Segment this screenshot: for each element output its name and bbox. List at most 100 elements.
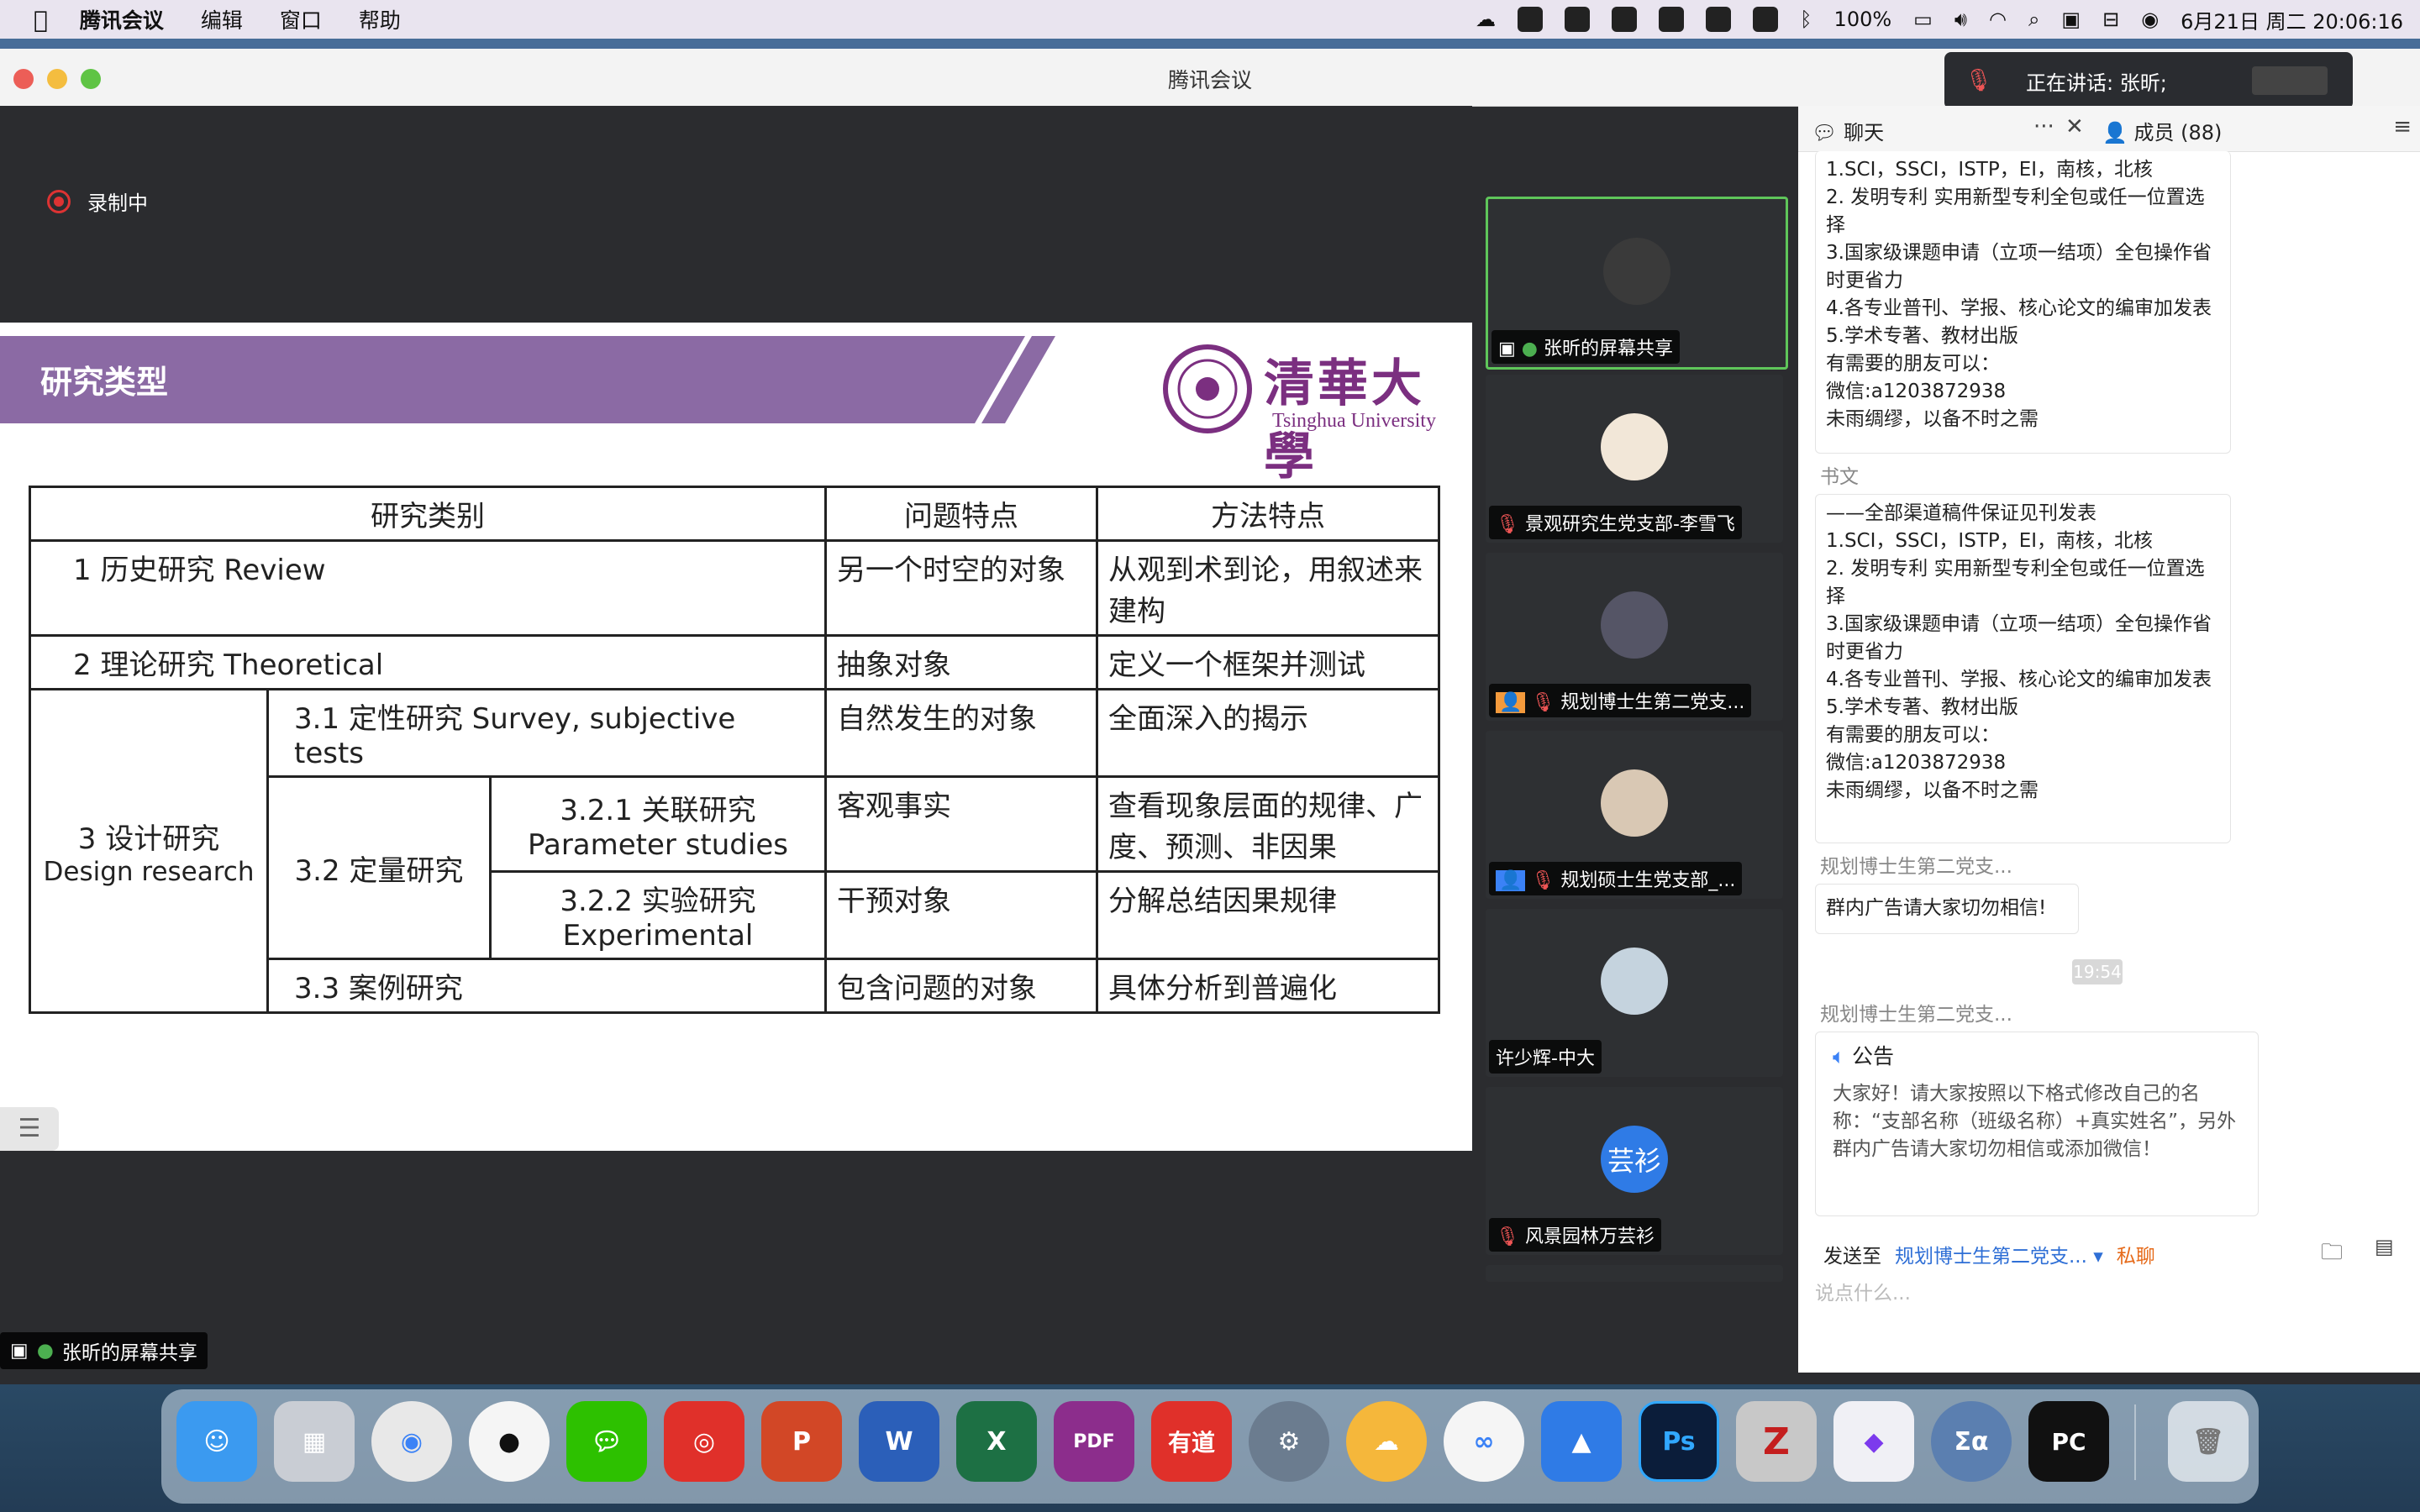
netease-music-icon[interactable]: ◎	[664, 1401, 744, 1482]
zotero-icon[interactable]: Z	[1736, 1401, 1817, 1482]
table-cell: 包含问题的对象	[824, 958, 1098, 1014]
app-status-icon[interactable]	[1612, 7, 1638, 32]
record-icon	[47, 189, 71, 213]
control-center-icon[interactable]: ⊟	[2102, 8, 2119, 31]
tencent-meeting-icon[interactable]: ▲	[1541, 1401, 1622, 1482]
pycharm-icon[interactable]: PC	[2028, 1401, 2109, 1482]
siri-icon[interactable]: ◉	[2141, 8, 2159, 31]
powerpoint-icon[interactable]: P	[761, 1401, 842, 1482]
more-icon[interactable]: ···	[2033, 114, 2054, 139]
notice-icon[interactable]: ▤	[2375, 1235, 2394, 1258]
mic-muted-icon: 🎙︎	[1965, 68, 1993, 93]
table-header: 研究类别	[29, 486, 827, 542]
participant-tile[interactable]: 👤 🎙︎ 规划硕士生党支部_...	[1486, 731, 1783, 899]
app-status-icon[interactable]	[1565, 7, 1591, 32]
launchpad-icon[interactable]: ▦	[274, 1401, 355, 1482]
private-chat-button[interactable]: 私聊	[2117, 1240, 2155, 1268]
participant-tile[interactable]: 🎙︎ 景观研究生党支部-李雪飞	[1486, 375, 1783, 543]
participant-tile[interactable]: 芸衫 🎙︎ 风景园林万芸衫	[1486, 1087, 1783, 1255]
send-to-row: 发送至 规划博士生第二党支... ▾ 私聊	[1823, 1240, 2155, 1268]
table-cell: 从观到术到论，用叙述来建构	[1096, 539, 1440, 637]
wechat-icon[interactable]: 💬︎	[566, 1401, 647, 1482]
menu-help[interactable]: 帮助	[359, 4, 401, 34]
chrome-icon[interactable]: ◉	[371, 1401, 452, 1482]
avatar	[1603, 238, 1670, 305]
table-cell: 干预对象	[824, 870, 1098, 960]
speaker-avatar	[2252, 66, 2328, 95]
slide-list-icon[interactable]: ☰	[0, 1107, 59, 1151]
screen-mirror-icon[interactable]: ▣	[2061, 8, 2081, 31]
send-to-dropdown[interactable]: 规划博士生第二党支... ▾	[1895, 1240, 2103, 1268]
tab-chat[interactable]: 💬︎ 聊天	[1812, 116, 1884, 145]
recording-indicator[interactable]: 录制中	[47, 186, 148, 216]
obsidian-icon[interactable]: ◆	[1833, 1401, 1914, 1482]
slide-title: 研究类型	[40, 364, 169, 401]
participant-name: 👤 🎙︎ 规划硕士生党支部_...	[1489, 862, 1743, 895]
menu-window[interactable]: 窗口	[280, 4, 322, 34]
dock-divider	[2134, 1404, 2136, 1480]
avatar	[1601, 948, 1668, 1015]
disk-utility-icon[interactable]: ⚙	[1249, 1401, 1329, 1482]
battery-icon[interactable]: ▭	[1913, 8, 1933, 31]
volume-icon[interactable]: 🔊︎	[1954, 8, 1967, 31]
avatar: 芸衫	[1601, 1126, 1668, 1193]
mathtype-icon[interactable]: Σα	[1931, 1401, 2012, 1482]
weather-icon[interactable]: ☁	[1346, 1401, 1427, 1482]
chat-message: 1.SCI，SSCI，ISTP，EI，南核，北核 2. 发明专利 实用新型专利全包…	[1815, 151, 2231, 454]
word-icon[interactable]: W	[859, 1401, 939, 1482]
panel-tabs: 💬︎ 聊天 ··· ✕ 👤 成员 (88) ≡	[1798, 106, 2420, 152]
cloud-icon[interactable]: ☁	[1476, 8, 1496, 31]
participant-tile[interactable]: 许少辉-中大	[1486, 909, 1783, 1077]
photoshop-icon[interactable]: Ps	[1639, 1401, 1719, 1482]
youdao-icon[interactable]: 有道	[1151, 1401, 1232, 1482]
chat-icon: 💬︎	[1812, 121, 1838, 144]
table-cell: 3.2.1 关联研究 Parameter studies	[489, 775, 827, 873]
chat-sender: 规划博士生第二党支...	[1820, 856, 2012, 878]
bluetooth-icon[interactable]: ᛒ	[1800, 8, 1812, 31]
notice-title: 公告	[1851, 1044, 1894, 1068]
chat-input[interactable]: 说点什么...	[1815, 1277, 2403, 1319]
table-cell: 抽象对象	[824, 634, 1098, 690]
table-cell: 分解总结因果规律	[1096, 870, 1440, 960]
notice-card[interactable]: 🔈︎ 公告 大家好！请大家按照以下格式修改自己的名称：“支部名称（班级名称）+真…	[1815, 1032, 2259, 1216]
datetime[interactable]: 6月21日 周二 20:06:16	[2181, 5, 2403, 34]
avatar	[1601, 769, 1668, 837]
wifi-icon[interactable]: ◠	[1989, 8, 2007, 31]
speaker-icon: 🔈︎	[1833, 1044, 1846, 1068]
screen-share-icon: ▣	[10, 1340, 29, 1362]
table-header: 问题特点	[824, 486, 1098, 542]
menu-bar:  腾讯会议 编辑 窗口 帮助 ☁ ᛒ 100% ▭ 🔊︎ ◠ ⌕ ▣ ⊟ ◉ …	[0, 0, 2420, 39]
menu-edit[interactable]: 编辑	[201, 4, 243, 34]
table-cell: 3 设计研究 Design research	[29, 688, 269, 1014]
qq-icon[interactable]: ●	[469, 1401, 550, 1482]
participant-name: 🎙︎ 景观研究生党支部-李雪飞	[1489, 506, 1742, 539]
table-cell: 自然发生的对象	[824, 688, 1098, 778]
excel-icon[interactable]: X	[956, 1401, 1037, 1482]
app-status-icon[interactable]	[1706, 7, 1732, 32]
table-cell: 3.2 定量研究	[266, 775, 492, 960]
participant-tile[interactable]: 👤 🎙︎ 规划博士生第二党支...	[1486, 553, 1783, 721]
chat-sender: 书文	[1820, 466, 1859, 488]
trash-icon[interactable]: 🗑︎	[2168, 1401, 2249, 1482]
menu-app[interactable]: 腾讯会议	[80, 4, 164, 34]
baidu-netdisk-icon[interactable]: ∞	[1444, 1401, 1524, 1482]
finder-icon[interactable]: ☺	[176, 1401, 257, 1482]
participant-name: ▣ ● 张昕的屏幕共享	[1491, 330, 1680, 364]
pdf-icon[interactable]: PDF	[1054, 1401, 1134, 1482]
speaking-toast: 🎙︎ 正在讲话: 张昕;	[1944, 52, 2353, 109]
table-header: 方法特点	[1096, 486, 1440, 542]
app-status-icon[interactable]	[1753, 7, 1779, 32]
close-icon[interactable]: ✕	[2065, 114, 2084, 139]
table-cell: 全面深入的揭示	[1096, 688, 1440, 778]
folder-icon[interactable]: 🗀	[2321, 1236, 2343, 1273]
participant-tile[interactable]	[1486, 1265, 1783, 1282]
app-status-icon[interactable]	[1518, 7, 1544, 32]
search-icon[interactable]: ⌕	[2028, 8, 2039, 31]
avatar	[1601, 591, 1668, 659]
menu-icon[interactable]: ≡	[2393, 114, 2412, 139]
apple-icon[interactable]: 	[34, 6, 48, 34]
app-status-icon[interactable]	[1659, 7, 1685, 32]
participant-tile[interactable]: ▣ ● 张昕的屏幕共享	[1486, 197, 1788, 370]
table-cell: 定义一个框架并测试	[1096, 634, 1440, 690]
tab-members[interactable]: 👤 成员 (88)	[2102, 116, 2222, 145]
